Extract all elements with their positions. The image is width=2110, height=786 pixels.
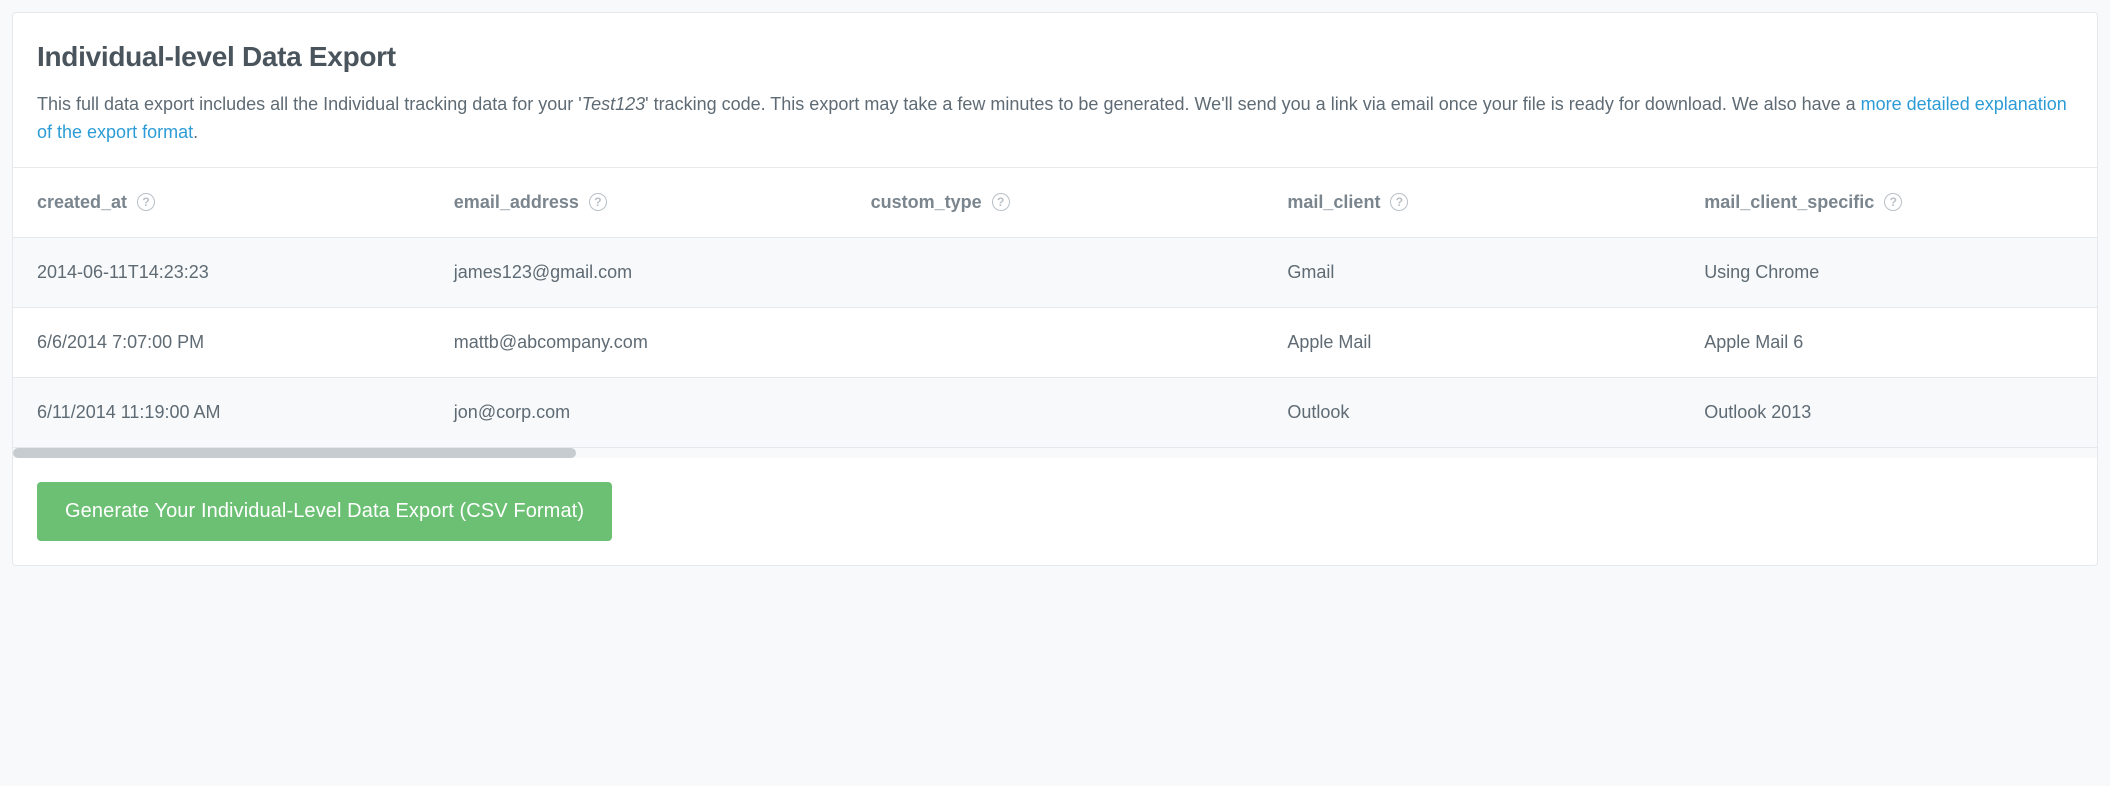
cell-created-at: 6/11/2014 11:19:00 AM: [13, 377, 430, 447]
table-row: 6/11/2014 11:19:00 AM jon@corp.com Outlo…: [13, 377, 2097, 447]
cell-custom-type: [847, 307, 1264, 377]
col-header-mail-client-specific: mail_client_specific ?: [1680, 168, 2097, 238]
panel-description: This full data export includes all the I…: [37, 91, 2073, 147]
table-container: created_at ? email_address ? custom_type: [13, 167, 2097, 458]
export-preview-table: created_at ? email_address ? custom_type: [13, 168, 2097, 448]
cell-email-address: james123@gmail.com: [430, 237, 847, 307]
col-header-custom-type: custom_type ?: [847, 168, 1264, 238]
col-header-created-at: created_at ?: [13, 168, 430, 238]
table-row: 2014-06-11T14:23:23 james123@gmail.com G…: [13, 237, 2097, 307]
col-header-label: custom_type: [871, 192, 982, 213]
help-icon[interactable]: ?: [589, 193, 607, 211]
cell-custom-type: [847, 237, 1264, 307]
export-panel: Individual-level Data Export This full d…: [12, 12, 2098, 566]
table-header-row: created_at ? email_address ? custom_type: [13, 168, 2097, 238]
cell-email-address: jon@corp.com: [430, 377, 847, 447]
panel-header: Individual-level Data Export This full d…: [13, 13, 2097, 167]
cell-mail-client: Apple Mail: [1263, 307, 1680, 377]
cell-email-address: mattb@abcompany.com: [430, 307, 847, 377]
cell-mail-client-specific: Outlook 2013: [1680, 377, 2097, 447]
col-header-email-address: email_address ?: [430, 168, 847, 238]
cell-mail-client-specific: Using Chrome: [1680, 237, 2097, 307]
cell-created-at: 6/6/2014 7:07:00 PM: [13, 307, 430, 377]
help-icon[interactable]: ?: [992, 193, 1010, 211]
cell-created-at: 2014-06-11T14:23:23: [13, 237, 430, 307]
desc-text-prefix: This full data export includes all the I…: [37, 94, 582, 114]
tracking-code: Test123: [582, 94, 645, 114]
cell-mail-client: Outlook: [1263, 377, 1680, 447]
help-icon[interactable]: ?: [1884, 193, 1902, 211]
desc-text-mid: ' tracking code. This export may take a …: [645, 94, 1861, 114]
horizontal-scrollbar[interactable]: [13, 448, 2097, 458]
scrollbar-thumb[interactable]: [13, 448, 576, 458]
help-icon[interactable]: ?: [137, 193, 155, 211]
page-title: Individual-level Data Export: [37, 41, 2073, 73]
col-header-label: created_at: [37, 192, 127, 213]
col-header-mail-client: mail_client ?: [1263, 168, 1680, 238]
cell-custom-type: [847, 377, 1264, 447]
cell-mail-client-specific: Apple Mail 6: [1680, 307, 2097, 377]
cell-mail-client: Gmail: [1263, 237, 1680, 307]
table-row: 6/6/2014 7:07:00 PM mattb@abcompany.com …: [13, 307, 2097, 377]
panel-footer: Generate Your Individual-Level Data Expo…: [13, 458, 2097, 565]
desc-text-suffix: .: [193, 122, 198, 142]
help-icon[interactable]: ?: [1390, 193, 1408, 211]
col-header-label: mail_client: [1287, 192, 1380, 213]
generate-export-button[interactable]: Generate Your Individual-Level Data Expo…: [37, 482, 612, 541]
col-header-label: email_address: [454, 192, 579, 213]
col-header-label: mail_client_specific: [1704, 192, 1874, 213]
